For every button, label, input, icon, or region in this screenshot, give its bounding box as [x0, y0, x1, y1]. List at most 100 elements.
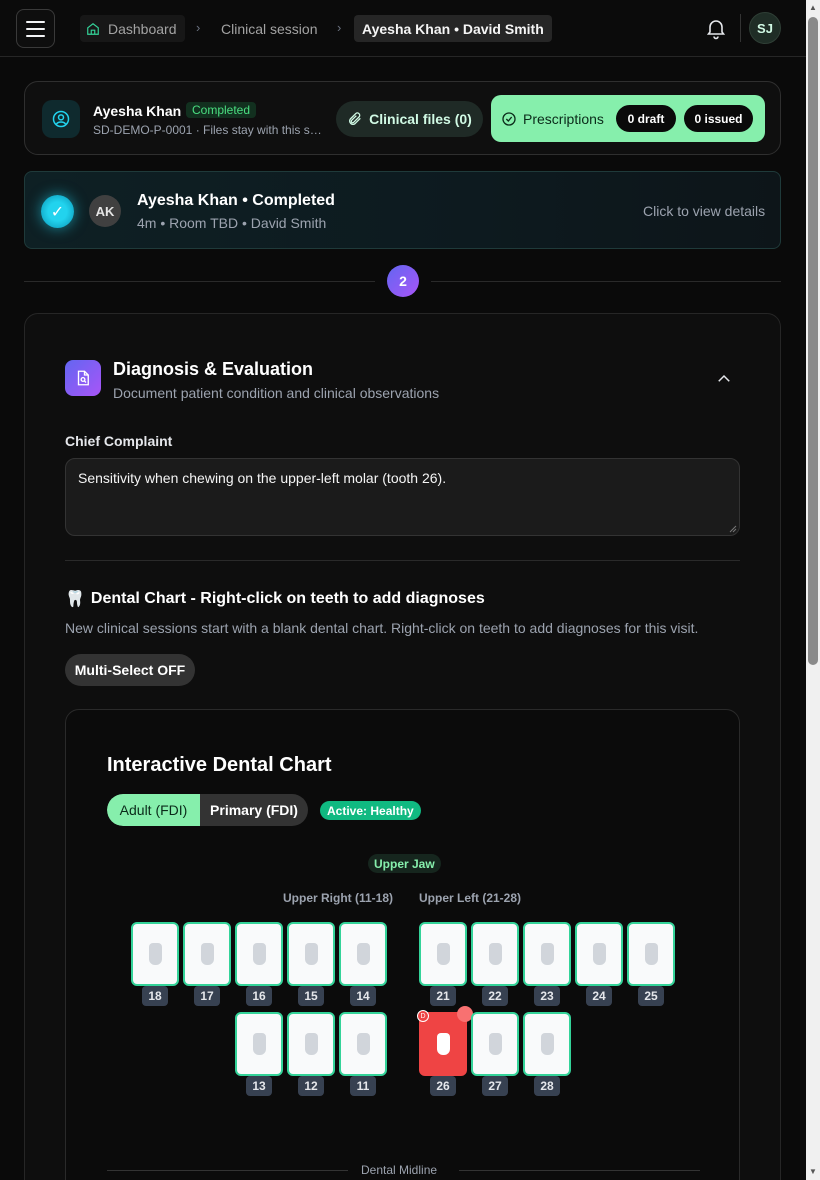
- tooth-icon: [252, 943, 266, 965]
- tooth-number-label: 18: [142, 986, 168, 1006]
- tab-primary-fdi[interactable]: Primary (FDI): [200, 794, 308, 826]
- home-icon: [84, 20, 102, 38]
- draft-count-pill: 0 draft: [616, 105, 676, 132]
- chief-complaint-textarea[interactable]: Sensitivity when chewing on the upper-le…: [65, 458, 740, 536]
- chevron-up-icon[interactable]: [715, 370, 733, 388]
- tooth-number-label: 23: [534, 986, 560, 1006]
- scroll-down-arrow-icon[interactable]: ▼: [808, 1167, 818, 1177]
- tooth-number-label: 11: [350, 1076, 376, 1096]
- menu-icon-line: [26, 20, 45, 23]
- tab-adult-fdi[interactable]: Adult (FDI): [107, 794, 200, 826]
- user-avatar[interactable]: SJ: [749, 12, 781, 44]
- resize-handle-icon[interactable]: [729, 525, 737, 533]
- scroll-up-arrow-icon[interactable]: ▲: [808, 3, 818, 13]
- tooth-15[interactable]: [287, 922, 335, 986]
- tooth-23[interactable]: [523, 922, 571, 986]
- tooth-icon: [148, 943, 162, 965]
- tooth-icon: [436, 1033, 450, 1055]
- tooth-13[interactable]: [235, 1012, 283, 1076]
- tooth-14[interactable]: [339, 922, 387, 986]
- tooth-icon: [644, 943, 658, 965]
- chevron-right-icon: ›: [196, 20, 201, 35]
- tooth-17[interactable]: [183, 922, 231, 986]
- tooth-icon: [200, 943, 214, 965]
- tooth-22[interactable]: [471, 922, 519, 986]
- chart-title: Interactive Dental Chart: [107, 754, 332, 776]
- chevron-right-icon: ›: [337, 20, 342, 35]
- tooth-number-label: 12: [298, 1076, 324, 1096]
- step-divider-line: [24, 281, 375, 282]
- tooth-16[interactable]: [235, 922, 283, 986]
- tooth-icon: [540, 1033, 554, 1055]
- divider: [65, 560, 740, 561]
- tooth-icon: [252, 1033, 266, 1055]
- dental-chart-title: Dental Chart - Right-click on teeth to a…: [90, 590, 485, 607]
- prescriptions-button[interactable]: Prescriptions 0 draft 0 issued: [491, 95, 765, 142]
- tooth-number-label: 14: [350, 986, 376, 1006]
- tooth-icon: [356, 943, 370, 965]
- chief-complaint-text: Sensitivity when chewing on the upper-le…: [78, 470, 447, 486]
- tooth-icon: [356, 1033, 370, 1055]
- tooth-icon: [436, 943, 450, 965]
- check-icon: ✓: [41, 195, 74, 228]
- chief-complaint-label: Chief Complaint: [65, 433, 173, 449]
- midline-line: [459, 1170, 700, 1171]
- status-badge: Completed: [186, 102, 257, 118]
- interactive-dental-chart: Interactive Dental Chart Adult (FDI) Pri…: [65, 709, 740, 1180]
- tooth-number-label: 13: [246, 1076, 272, 1096]
- active-status-badge: Active: Healthy: [320, 801, 421, 820]
- view-details-link[interactable]: Click to view details: [643, 203, 765, 219]
- tooth-12[interactable]: [287, 1012, 335, 1076]
- clinical-files-label: Clinical files (0): [369, 111, 472, 127]
- tooth-24[interactable]: [575, 922, 623, 986]
- paperclip-icon: [349, 112, 361, 125]
- bell-icon[interactable]: [704, 16, 728, 40]
- menu-icon-line: [26, 27, 45, 30]
- tooth-18[interactable]: [131, 922, 179, 986]
- step-number-badge: 2: [387, 265, 419, 297]
- scrollbar-thumb[interactable]: [808, 17, 818, 665]
- tooth-25[interactable]: [627, 922, 675, 986]
- upper-jaw-label: Upper Jaw: [368, 854, 441, 873]
- top-bar: Dashboard › Clinical session › Ayesha Kh…: [0, 0, 806, 57]
- tooth-21[interactable]: [419, 922, 467, 986]
- tooth-27[interactable]: [471, 1012, 519, 1076]
- tooth-28[interactable]: [523, 1012, 571, 1076]
- tooth-number-label: 28: [534, 1076, 560, 1096]
- midline-line: [107, 1170, 348, 1171]
- step-divider-line: [431, 281, 781, 282]
- tooth-number-label: 25: [638, 986, 664, 1006]
- section-subtitle: Document patient condition and clinical …: [113, 385, 440, 401]
- tooth-number-label: 26: [430, 1076, 456, 1096]
- breadcrumb-dashboard[interactable]: Dashboard: [80, 15, 185, 42]
- diagnosis-marker-icon: D: [417, 1010, 429, 1022]
- session-summary-card[interactable]: ✓ AK Ayesha Khan • Completed 4m • Room T…: [24, 171, 781, 249]
- session-subtitle: 4m • Room TBD • David Smith: [137, 215, 327, 231]
- breadcrumb-dashboard-label: Dashboard: [108, 20, 177, 37]
- tooth-number-label: 27: [482, 1076, 508, 1096]
- dental-midline-label: Dental Midline: [361, 1163, 438, 1177]
- tooth-26[interactable]: [419, 1012, 467, 1076]
- diagnosis-panel: Diagnosis & Evaluation Document patient …: [24, 313, 781, 1180]
- patient-name: Ayesha Khan: [93, 103, 182, 119]
- tooth-icon: [488, 1033, 502, 1055]
- issued-count-pill: 0 issued: [684, 105, 753, 132]
- tooth-11[interactable]: [339, 1012, 387, 1076]
- tooth-number-label: 17: [194, 986, 220, 1006]
- multi-select-toggle[interactable]: Multi-Select OFF: [65, 654, 195, 686]
- menu-icon-line: [26, 34, 45, 37]
- tooth-number-label: 21: [430, 986, 456, 1006]
- section-title: Diagnosis & Evaluation: [113, 359, 314, 379]
- patient-header-card: Ayesha Khan Completed SD-DEMO-P-0001 · F…: [24, 81, 781, 155]
- tooth-number-label: 22: [482, 986, 508, 1006]
- tooth-number-label: 15: [298, 986, 324, 1006]
- check-circle-icon: [502, 111, 516, 126]
- session-title: Ayesha Khan • Completed: [137, 192, 335, 209]
- breadcrumb-clinical-session[interactable]: Clinical session: [221, 15, 317, 42]
- breadcrumb-current: Ayesha Khan • David Smith: [354, 15, 552, 42]
- menu-button[interactable]: [16, 9, 55, 48]
- upper-left-quadrant-label: Upper Left (21-28): [419, 891, 522, 905]
- clinical-files-button[interactable]: Clinical files (0): [336, 101, 483, 137]
- tooth-icon: [304, 1033, 318, 1055]
- patient-avatar: AK: [89, 195, 121, 227]
